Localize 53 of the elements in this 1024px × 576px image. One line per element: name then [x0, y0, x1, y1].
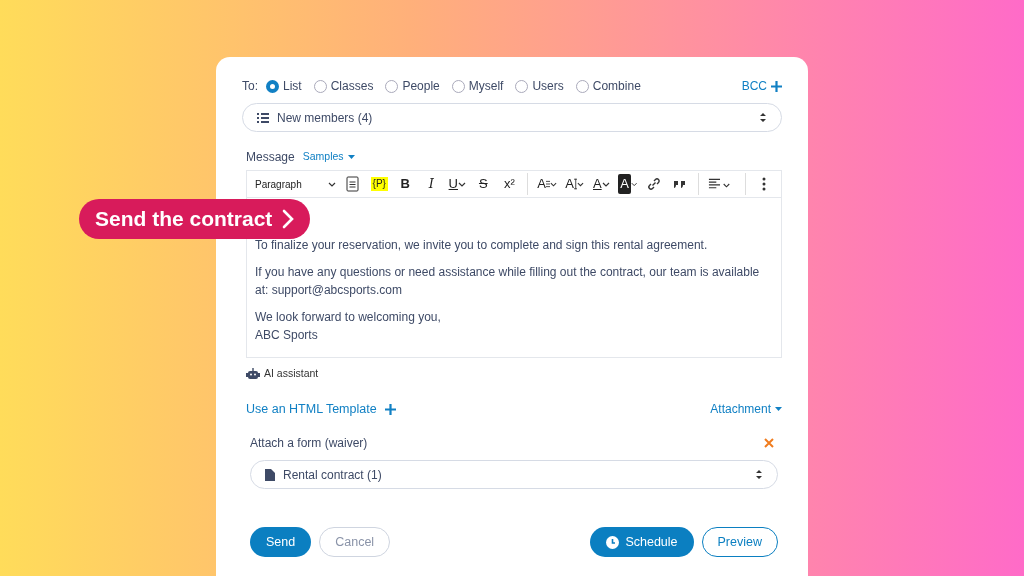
close-icon[interactable] — [764, 438, 774, 449]
chevron-icon — [458, 181, 466, 187]
strikethrough-button[interactable]: S — [472, 173, 495, 195]
highlight-button[interactable]: A — [616, 173, 640, 195]
chevron-icon — [631, 181, 638, 187]
ai-assistant-label[interactable]: AI assistant — [264, 365, 319, 382]
chevron-icon — [577, 181, 585, 187]
chevron-icon — [328, 181, 337, 187]
callout-label: Send the contract — [95, 206, 273, 233]
send-button[interactable]: Send — [250, 527, 312, 558]
font-color-button[interactable]: A — [590, 173, 613, 195]
sort-icon — [759, 112, 767, 123]
clock-icon — [606, 535, 620, 549]
chevron-icon — [601, 181, 610, 187]
robot-icon — [246, 367, 260, 380]
italic-button[interactable]: I — [420, 173, 443, 195]
paragraph-select[interactable]: Paragraph — [253, 173, 339, 195]
message-paragraph: We look forward to welcoming you, ABC Sports — [255, 308, 442, 345]
list-icon — [257, 112, 269, 123]
line-height-button[interactable]: A — [563, 173, 587, 195]
callout-banner[interactable]: Send the contract — [79, 199, 311, 239]
radio-label[interactable]: Combine — [592, 77, 641, 95]
placeholder-button[interactable]: {P} — [368, 173, 391, 195]
chevron-icon — [550, 181, 558, 187]
font-size-button[interactable]: A — [535, 173, 560, 195]
superscript-button[interactable]: x² — [498, 173, 521, 195]
template-link[interactable]: Use an HTML Template — [246, 399, 396, 419]
caret-icon — [347, 155, 355, 159]
radio-button[interactable] — [266, 79, 279, 93]
to-label: To: — [242, 78, 258, 95]
plus-icon — [384, 403, 396, 415]
schedule-button[interactable]: Schedule — [590, 527, 694, 558]
underline-button[interactable]: U — [446, 173, 469, 195]
file-icon — [265, 468, 275, 481]
radio-label[interactable]: Classes — [330, 77, 374, 95]
radio-label[interactable]: Myself — [468, 77, 504, 95]
message-paragraph: To finalize your reservation, we invite you to complete and sign this rental agreement. — [255, 237, 709, 254]
caret-icon — [775, 407, 782, 412]
radio-label[interactable]: People — [402, 77, 440, 95]
bcc-link[interactable]: BCC — [741, 77, 782, 95]
message-paragraph: If you have any questions or need assistance while filling out the contract, our team is available at: support@abcsports.com — [255, 263, 761, 300]
attachment-dropdown[interactable]: Attachment — [710, 400, 782, 419]
chevron-right-icon — [282, 209, 295, 229]
form-label: Attach a form (waiver) — [250, 435, 368, 453]
sort-icon — [755, 469, 763, 481]
plus-icon — [771, 80, 782, 92]
bold-button[interactable]: B — [394, 173, 417, 195]
samples-dropdown[interactable]: Samples — [302, 149, 355, 165]
radio-label[interactable]: Users — [532, 77, 564, 95]
radio-label[interactable]: List — [283, 77, 302, 95]
cursor-icon — [573, 178, 578, 190]
message-label: Message — [246, 149, 295, 166]
lines-icon — [545, 180, 551, 188]
